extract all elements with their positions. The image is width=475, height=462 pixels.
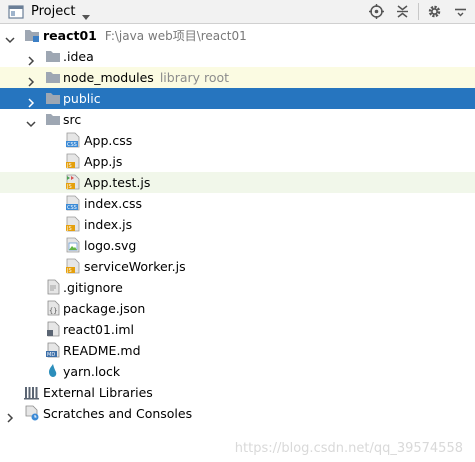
tree-item-index-css[interactable]: CSS index.css: [0, 193, 475, 214]
tree-item-gitignore[interactable]: .gitignore: [0, 277, 475, 298]
idea-name: idea: [66, 49, 94, 64]
file-label: index.js: [84, 217, 133, 232]
tree-item-idea[interactable]: .idea: [0, 46, 475, 67]
file-label: yarn.lock: [63, 364, 121, 379]
svg-text:JS: JS: [66, 226, 72, 232]
folder-icon: [45, 48, 61, 64]
tree-item-service-worker-js[interactable]: JS serviceWorker.js: [0, 256, 475, 277]
dropdown-icon[interactable]: [82, 9, 90, 24]
locate-icon[interactable]: [369, 4, 384, 22]
src-label: src: [63, 112, 82, 127]
js-file-icon: JS: [65, 153, 81, 169]
settings-icon[interactable]: [427, 4, 442, 22]
chevron-right-icon[interactable]: [26, 72, 36, 87]
tree-item-node-modules[interactable]: node_modules library root: [0, 67, 475, 88]
svg-text:JS: JS: [66, 268, 72, 274]
module-file-icon: [45, 321, 61, 337]
yarn-file-icon: [45, 363, 61, 379]
chevron-right-icon[interactable]: [5, 408, 15, 423]
markdown-file-icon: MD: [45, 342, 61, 358]
chevron-down-icon[interactable]: [5, 30, 15, 44]
tree-item-logo-svg[interactable]: logo.svg: [0, 235, 475, 256]
tree-item-yarn-lock[interactable]: yarn.lock: [0, 361, 475, 382]
chevron-right-icon[interactable]: [26, 93, 36, 108]
root-name: react01: [43, 28, 97, 43]
chevron-down-icon[interactable]: [26, 114, 36, 128]
file-label: README.md: [63, 343, 141, 358]
image-file-icon: [65, 237, 81, 253]
tree-item-app-js[interactable]: JS App.js: [0, 151, 475, 172]
node-modules-label: node_modules: [63, 70, 154, 85]
project-title[interactable]: Project: [31, 4, 75, 19]
library-icon: [24, 384, 40, 400]
tree-item-root[interactable]: react01 F:\java web项目\react01: [0, 25, 475, 46]
tree-item-scratches[interactable]: Scratches and Consoles: [0, 403, 475, 424]
tree-item-external-libraries[interactable]: External Libraries: [0, 382, 475, 403]
idea-label: .idea: [63, 46, 94, 67]
file-label: package.json: [63, 301, 146, 316]
tree-item-src[interactable]: src: [0, 109, 475, 130]
text-file-icon: [45, 279, 61, 295]
file-label: App.test.js: [84, 175, 151, 190]
hide-icon[interactable]: [453, 4, 468, 22]
chevron-right-icon[interactable]: [26, 51, 36, 66]
scratches-icon: [24, 405, 40, 421]
json-file-icon: {}: [45, 300, 61, 316]
collapse-all-icon[interactable]: [395, 4, 410, 22]
tree-item-package-json[interactable]: {} package.json: [0, 298, 475, 319]
tree-item-app-css[interactable]: CSS App.css: [0, 130, 475, 151]
tree-item-app-test-js[interactable]: JS App.test.js: [0, 172, 475, 193]
svg-text:JS: JS: [66, 184, 72, 190]
folder-module-icon: [24, 27, 40, 43]
tree-item-readme-md[interactable]: MD README.md: [0, 340, 475, 361]
folder-icon: [45, 111, 61, 127]
tree-item-index-js[interactable]: JS index.js: [0, 214, 475, 235]
folder-icon: [45, 90, 61, 106]
file-label: App.css: [84, 133, 133, 148]
file-label: serviceWorker.js: [84, 259, 186, 274]
toolbar-divider: [418, 3, 419, 20]
svg-text:JS: JS: [66, 163, 72, 169]
root-label: react01 F:\java web项目\react01: [43, 25, 247, 47]
file-label: index.css: [84, 196, 143, 211]
scratches-label: Scratches and Consoles: [43, 406, 193, 421]
file-label: logo.svg: [84, 238, 137, 253]
file-label: react01.iml: [63, 322, 134, 337]
watermark: https://blog.csdn.net/qq_39574558: [234, 441, 463, 456]
css-file-icon: CSS: [65, 195, 81, 211]
project-window-icon[interactable]: [8, 4, 24, 23]
css-file-icon: CSS: [65, 132, 81, 148]
external-libraries-label: External Libraries: [43, 385, 153, 400]
root-path: F:\java web项目\react01: [104, 29, 247, 43]
tree-item-public[interactable]: public: [0, 88, 475, 109]
file-label: .gitignore: [63, 280, 123, 295]
tree-item-react01-iml[interactable]: react01.iml: [0, 319, 475, 340]
svg-text:{}: {}: [49, 307, 57, 315]
svg-text:CSS: CSS: [67, 205, 77, 211]
js-test-file-icon: JS: [65, 174, 81, 190]
project-toolbar: Project: [0, 0, 475, 24]
js-file-icon: JS: [65, 258, 81, 274]
svg-text:MD: MD: [47, 352, 55, 358]
svg-text:CSS: CSS: [67, 142, 77, 148]
js-file-icon: JS: [65, 216, 81, 232]
folder-icon: [45, 69, 61, 85]
public-label: public: [63, 91, 101, 106]
file-label: App.js: [84, 154, 123, 169]
library-root-hint: library root: [159, 70, 230, 85]
